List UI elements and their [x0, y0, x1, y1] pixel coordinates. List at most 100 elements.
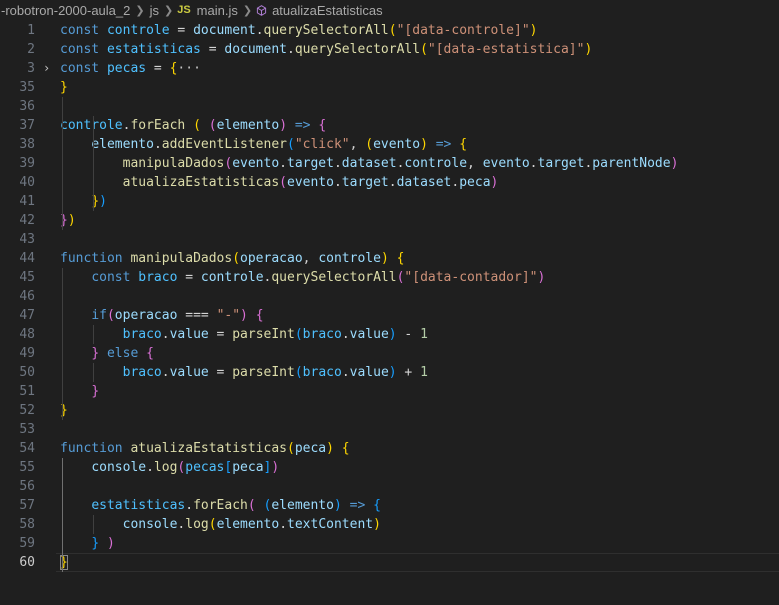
code-token: .: [341, 327, 350, 342]
code-line[interactable]: 36: [0, 97, 779, 116]
code-token: atualizaEstatisticas: [122, 175, 280, 190]
code-token: }: [91, 346, 100, 361]
line-number: 52: [19, 403, 35, 418]
code-line[interactable]: 46: [0, 287, 779, 306]
code-line[interactable]: 47 if(operacao === "-") {: [0, 306, 779, 325]
code-line[interactable]: 38 elemento.addEventListener("click", (e…: [0, 135, 779, 154]
line-number: 57: [19, 498, 35, 513]
code-token: peca: [232, 460, 264, 475]
line-number: 1: [27, 23, 35, 38]
code-line[interactable]: 37 controle.forEach ( (elemento) => {: [0, 116, 779, 135]
code-line[interactable]: 60}: [0, 553, 779, 572]
code-token: document: [224, 42, 287, 57]
code-line[interactable]: 50 braco.value = parseInt(braco.value) +…: [0, 363, 779, 382]
line-number: 44: [19, 251, 35, 266]
fold-chevron-icon[interactable]: ›: [43, 59, 50, 78]
code-line[interactable]: 1 const controle = document.querySelector…: [0, 21, 779, 40]
code-editor[interactable]: 1 const controle = document.querySelector…: [0, 20, 779, 605]
code-token: (: [365, 137, 374, 152]
code-token: parseInt: [232, 365, 295, 380]
code-token: textContent: [287, 517, 374, 532]
breadcrumb-file[interactable]: main.js: [196, 3, 239, 18]
code-line[interactable]: 55 console.log(pecas[peca]): [0, 458, 779, 477]
code-text: const controle = document.querySelectorA…: [60, 21, 537, 40]
code-token: {: [146, 346, 154, 361]
breadcrumb-folder[interactable]: -robotron-2000-aula_2: [0, 3, 131, 18]
code-token: {: [318, 118, 327, 133]
code-line[interactable]: 42}): [0, 211, 779, 230]
indent-guide: [92, 325, 94, 344]
line-number: 47: [19, 308, 35, 323]
code-token: ···: [177, 61, 201, 76]
code-line[interactable]: 52}: [0, 401, 779, 420]
code-line[interactable]: 39 manipulaDados(evento.target.dataset.c…: [0, 154, 779, 173]
indent-guide: [92, 363, 94, 382]
code-line[interactable]: 54 function atualizaEstatisticas(peca) {: [0, 439, 779, 458]
code-line[interactable]: 53: [0, 420, 779, 439]
code-token: forEach: [193, 498, 248, 513]
indent-guide: [62, 268, 63, 420]
code-line[interactable]: 43: [0, 230, 779, 249]
code-token: evento: [232, 156, 280, 171]
code-line[interactable]: 56: [0, 477, 779, 496]
breadcrumb-symbol[interactable]: atualizaEstatisticas: [271, 3, 384, 18]
code-token: braco: [302, 327, 342, 342]
code-token: manipulaDados: [130, 251, 233, 266]
code-line[interactable]: 58 console.log(elemento.textContent): [0, 515, 779, 534]
code-token: pecas: [185, 460, 225, 475]
code-text: } ): [60, 534, 114, 553]
indent-guide: [62, 97, 63, 230]
line-number: 43: [19, 232, 35, 247]
code-token: dataset: [341, 156, 397, 171]
code-line[interactable]: 44 function manipulaDados(operacao, contr…: [0, 249, 779, 268]
code-line[interactable]: 59 } ): [0, 534, 779, 553]
code-line[interactable]: 3 › const pecas = {···: [0, 59, 779, 78]
code-line[interactable]: 51 }: [0, 382, 779, 401]
code-text: if(operacao === "-") {: [60, 306, 263, 325]
code-token: evento: [482, 156, 530, 171]
indent-guide: [92, 116, 94, 211]
code-token: "[data-contador]": [404, 270, 538, 285]
code-token: =: [169, 23, 194, 38]
code-line[interactable]: 48 braco.value = parseInt(braco.value) -…: [0, 325, 779, 344]
code-token: estatisticas: [106, 42, 201, 57]
code-token: (: [279, 175, 287, 190]
breadcrumb-subfolder[interactable]: js: [149, 3, 160, 18]
code-line[interactable]: 57 estatisticas.forEach( (elemento) => {: [0, 496, 779, 515]
code-token: ): [380, 251, 389, 266]
code-token: value: [349, 365, 389, 380]
code-token: value: [349, 327, 389, 342]
code-line[interactable]: 40 atualizaEstatisticas(evento.target.da…: [0, 173, 779, 192]
code-token: else: [106, 346, 139, 361]
code-token: querySelectorAll: [263, 23, 389, 38]
code-line[interactable]: 49 } else {: [0, 344, 779, 363]
code-token: =: [208, 365, 233, 380]
code-token: (: [247, 498, 256, 513]
cube-symbol-icon: [256, 4, 267, 16]
code-text: braco.value = parseInt(braco.value) + 1: [60, 363, 428, 382]
code-token: .: [161, 365, 170, 380]
code-token: (: [208, 517, 217, 532]
code-line[interactable]: 2 const estatisticas = document.querySele…: [0, 40, 779, 59]
code-token: elemento: [216, 118, 280, 133]
code-token: .: [279, 517, 288, 532]
current-line-highlight: [56, 553, 779, 572]
code-token: operacao: [114, 308, 178, 323]
code-token: (: [294, 327, 303, 342]
code-text: const pecas = {···: [60, 59, 201, 78]
code-token: .: [185, 498, 194, 513]
code-line[interactable]: 45 const braco = controle.querySelectorA…: [0, 268, 779, 287]
code-token: =: [146, 61, 170, 76]
code-text: const braco = controle.querySelectorAll(…: [60, 268, 545, 287]
code-line[interactable]: 41 }): [0, 192, 779, 211]
code-token: "[data-estatistica]": [427, 42, 585, 57]
code-token: dataset: [396, 175, 452, 190]
line-number: 54: [19, 441, 35, 456]
code-token: if: [91, 308, 107, 323]
code-line[interactable]: 35}: [0, 78, 779, 97]
